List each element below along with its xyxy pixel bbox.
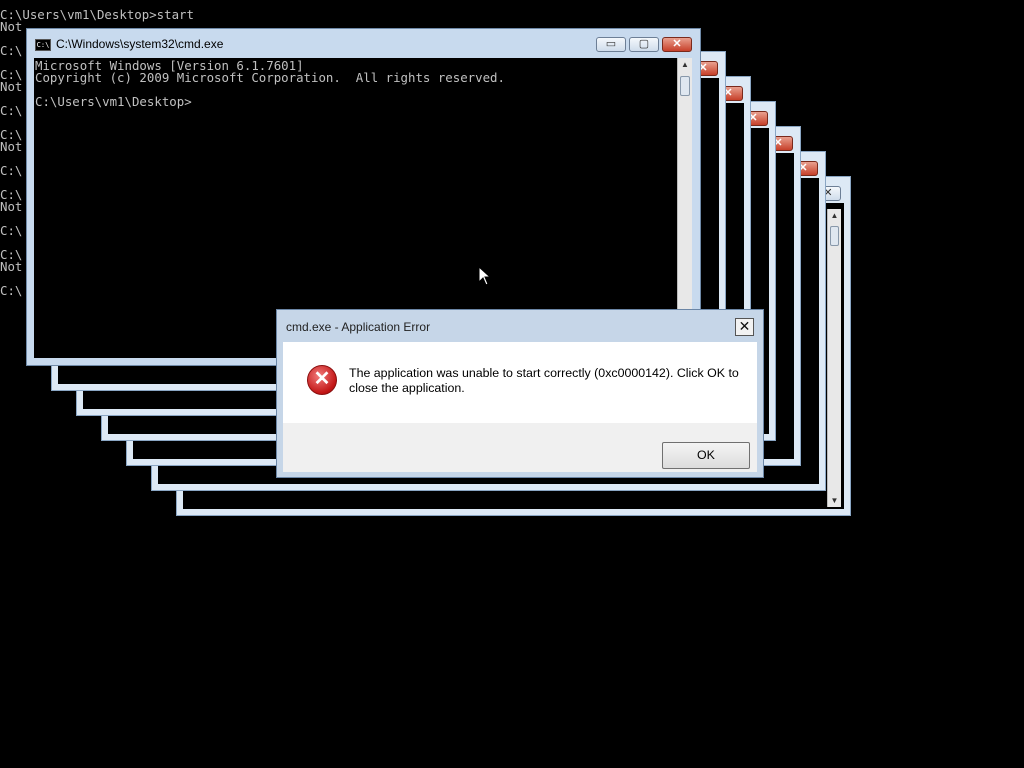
close-button[interactable]: ✕	[662, 37, 692, 52]
maximize-button[interactable]: ▢	[629, 37, 659, 52]
console-line: C:\Users\vm1\Desktop>	[35, 94, 192, 109]
console-line: Not	[0, 139, 23, 154]
window-title-bar[interactable]: C:\ C:\Windows\system32\cmd.exe	[35, 37, 223, 53]
dialog-message: The application was unable to start corr…	[349, 366, 739, 395]
cmd-icon: C:\	[35, 38, 51, 51]
console-line: C:\	[0, 163, 23, 178]
console-line: C:\	[0, 43, 23, 58]
console-line: Not	[0, 259, 23, 274]
dialog-title: cmd.exe - Application Error	[286, 320, 431, 334]
minimize-button[interactable]: ▭	[596, 37, 626, 52]
ok-button[interactable]: OK	[662, 442, 750, 469]
console-line: C:\	[0, 283, 23, 298]
vertical-scrollbar[interactable]: ▲ ▼	[827, 209, 841, 507]
console-line: C:\Users\vm1\Desktop>start	[0, 7, 194, 22]
console-line: C:\	[0, 103, 23, 118]
console-line: Copyright (c) 2009 Microsoft Corporation…	[35, 70, 505, 85]
window-title: C:\Windows\system32\cmd.exe	[56, 37, 224, 51]
error-icon: ✕	[307, 365, 337, 395]
dialog-close-button[interactable]: ✕	[735, 318, 754, 336]
console-line: C:\	[0, 223, 23, 238]
mouse-cursor-icon	[478, 266, 492, 286]
console-line: Not	[0, 79, 23, 94]
console-line: Not	[0, 199, 23, 214]
background-console: C:\Users\vm1\Desktop>start Not C:\ C:\ N…	[0, 8, 194, 296]
dialog-content: ✕ The application was unable to start co…	[283, 342, 757, 472]
application-error-dialog[interactable]: cmd.exe - Application Error ✕ ✕ The appl…	[276, 309, 764, 478]
console-line: Not	[0, 19, 23, 34]
dialog-message-area: ✕ The application was unable to start co…	[283, 342, 757, 423]
